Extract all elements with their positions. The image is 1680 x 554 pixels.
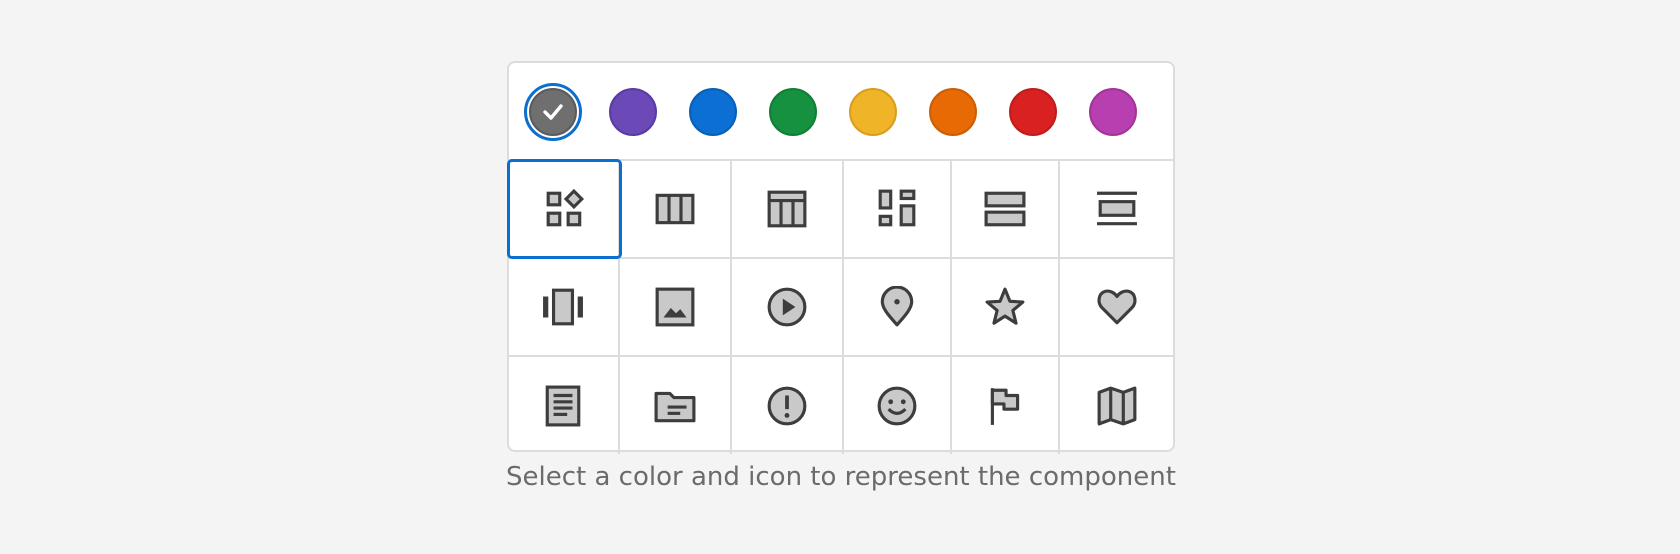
color-swatch-blue[interactable]	[689, 88, 737, 136]
color-swatch-yellow[interactable]	[849, 88, 897, 136]
icon-option-map-pin[interactable]	[844, 259, 950, 355]
table-layout-icon	[767, 190, 807, 228]
icon-option-play[interactable]	[732, 259, 842, 355]
icon-option-folder[interactable]	[620, 357, 730, 454]
heart-icon	[1096, 289, 1137, 325]
icon-option-smiley[interactable]	[844, 357, 950, 454]
flag-icon	[990, 387, 1020, 425]
components-icon	[546, 188, 584, 227]
checkmark-icon	[543, 104, 563, 120]
map-pin-icon	[880, 286, 914, 327]
color-swatch-magenta[interactable]	[1089, 88, 1137, 136]
color-icon-picker	[507, 61, 1175, 454]
icon-option-star[interactable]	[952, 259, 1058, 355]
document-icon	[545, 385, 580, 426]
icon-option-heart[interactable]	[1060, 259, 1173, 355]
icon-option-carousel[interactable]	[507, 259, 618, 355]
icon-option-columns[interactable]	[620, 161, 730, 257]
helper-text: Select a color and icon to represent the…	[506, 462, 1176, 492]
icon-option-document[interactable]	[507, 357, 618, 454]
icon-option-dashboard[interactable]	[844, 161, 950, 257]
icon-grid	[507, 159, 1175, 454]
smiley-icon	[877, 386, 917, 425]
carousel-icon	[542, 288, 583, 326]
icon-option-alert[interactable]	[732, 357, 842, 454]
color-swatch-purple[interactable]	[609, 88, 657, 136]
icon-option-table-layout[interactable]	[732, 161, 842, 257]
color-swatch-orange[interactable]	[929, 88, 977, 136]
icon-option-image[interactable]	[620, 259, 730, 355]
color-swatch-red[interactable]	[1009, 88, 1057, 136]
icon-option-list[interactable]	[1060, 161, 1173, 257]
star-icon	[985, 287, 1025, 325]
image-icon	[655, 287, 695, 327]
icon-option-flag[interactable]	[952, 357, 1058, 454]
color-swatch-green[interactable]	[769, 88, 817, 136]
columns-icon	[655, 193, 695, 225]
icon-option-components[interactable]	[507, 159, 622, 259]
alert-icon	[767, 386, 807, 425]
folder-icon	[654, 391, 696, 422]
map-icon	[1097, 386, 1136, 425]
dashboard-icon	[878, 189, 916, 227]
icon-option-map[interactable]	[1060, 357, 1173, 454]
color-swatch-row	[509, 63, 1173, 161]
play-icon	[767, 287, 807, 327]
list-icon	[1096, 191, 1137, 226]
color-swatch-gray[interactable]	[524, 83, 582, 141]
icon-option-rows[interactable]	[952, 161, 1058, 257]
rows-icon	[984, 191, 1026, 227]
